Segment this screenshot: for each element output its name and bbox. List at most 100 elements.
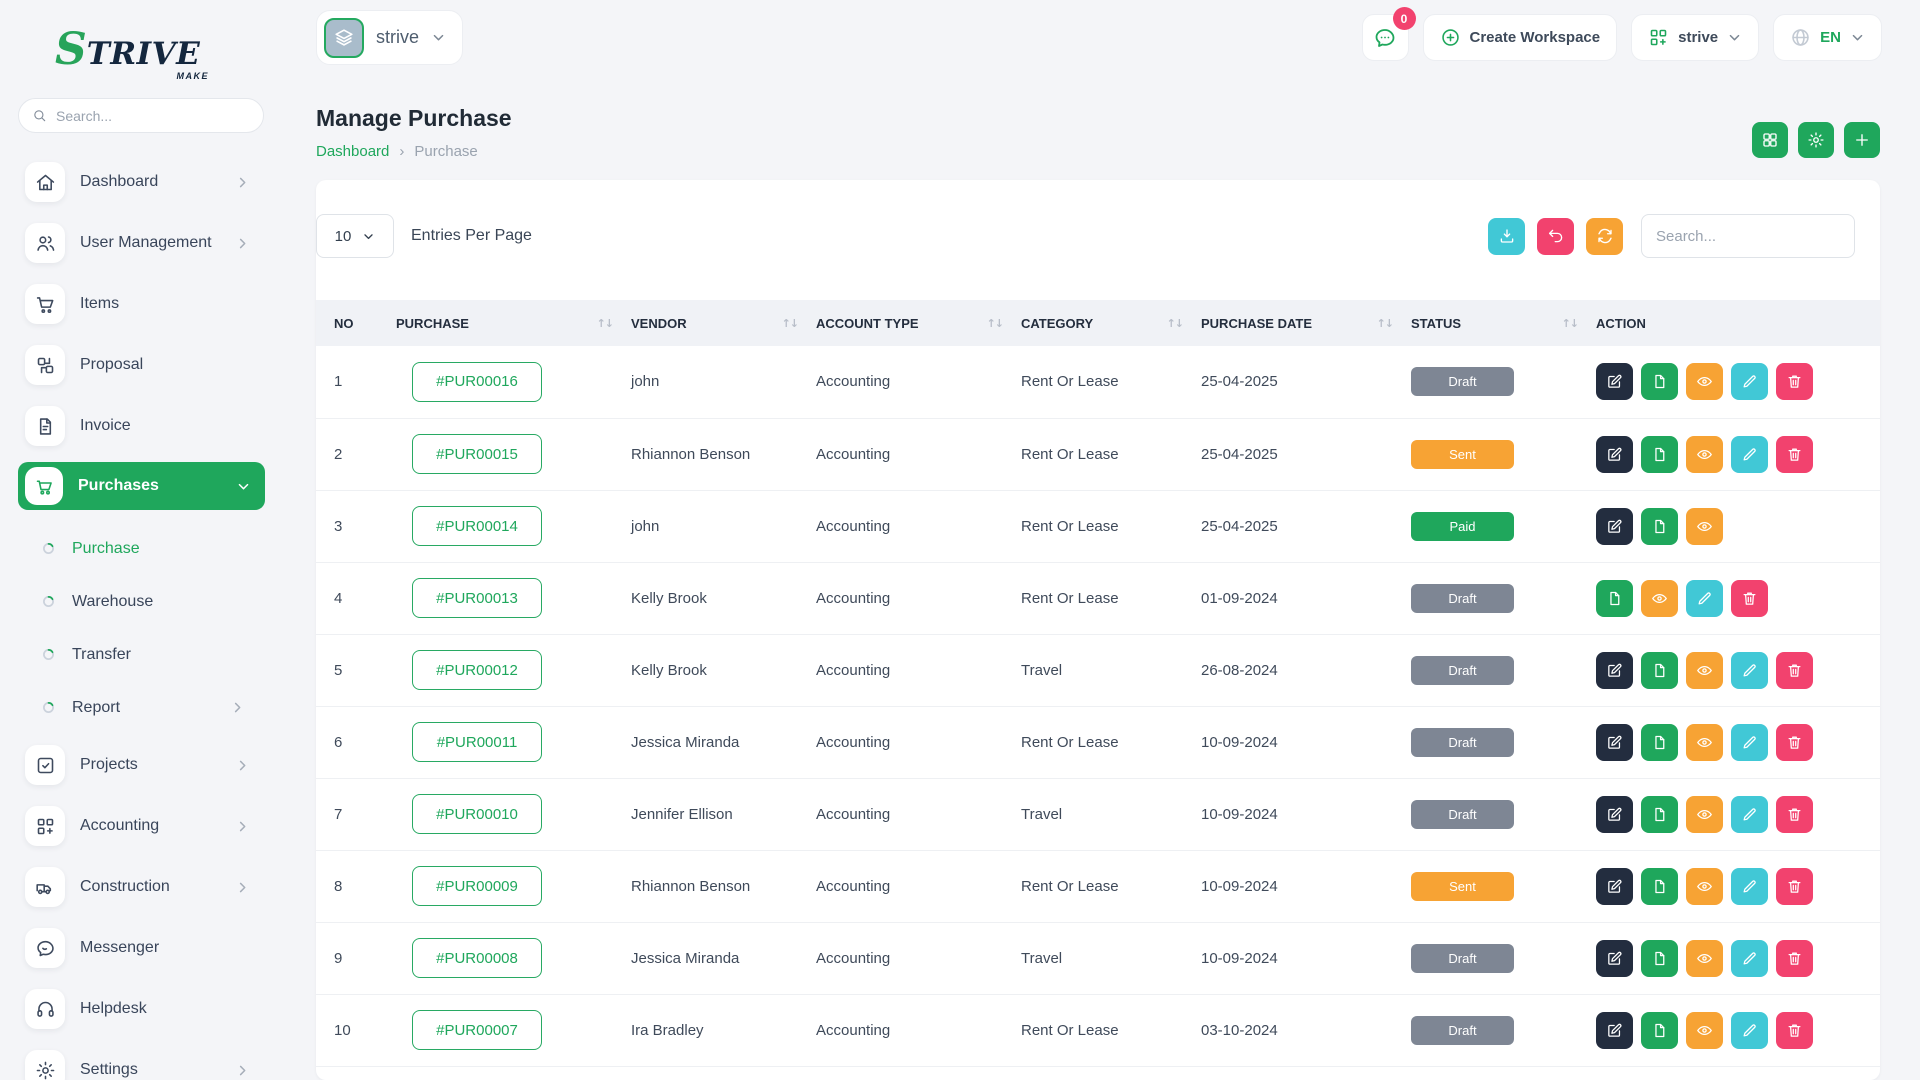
sidebar-item-purchases[interactable]: Purchases	[18, 462, 265, 510]
cell-no: 2	[316, 418, 396, 490]
sidebar-item-accounting[interactable]: Accounting	[25, 801, 250, 851]
document-action-button[interactable]	[1641, 436, 1678, 473]
column-header-vendor[interactable]: VENDOR↑↓	[631, 300, 816, 346]
eye-action-button[interactable]	[1686, 508, 1723, 545]
document-action-button[interactable]	[1641, 724, 1678, 761]
edit-action-button[interactable]	[1596, 436, 1633, 473]
sidebar-subitem-report[interactable]: Report	[0, 681, 280, 734]
eye-action-button[interactable]	[1686, 436, 1723, 473]
trash-action-button[interactable]	[1776, 436, 1813, 473]
add-purchase-button[interactable]	[1844, 122, 1880, 158]
purchase-number-badge[interactable]: #PUR00015	[412, 434, 542, 474]
pencil-action-button[interactable]	[1731, 868, 1768, 905]
trash-action-button[interactable]	[1776, 940, 1813, 977]
sidebar-subitem-transfer[interactable]: Transfer	[0, 628, 280, 681]
column-header-account-type[interactable]: ACCOUNT TYPE↑↓	[816, 300, 1021, 346]
purchase-number-badge[interactable]: #PUR00012	[412, 650, 542, 690]
sidebar-item-invoice[interactable]: Invoice	[25, 401, 250, 451]
purchase-number-badge[interactable]: #PUR00013	[412, 578, 542, 618]
document-action-button[interactable]	[1641, 363, 1678, 400]
purchase-number-badge[interactable]: #PUR00014	[412, 506, 542, 546]
edit-action-button[interactable]	[1596, 796, 1633, 833]
sidebar-item-dashboard[interactable]: Dashboard	[25, 157, 250, 207]
sidebar-item-user-management[interactable]: User Management	[25, 218, 250, 268]
pencil-action-button[interactable]	[1731, 436, 1768, 473]
eye-action-button[interactable]	[1641, 580, 1678, 617]
entries-per-page-select[interactable]: 10	[316, 214, 394, 258]
pencil-action-button[interactable]	[1731, 1012, 1768, 1049]
sidebar-item-helpdesk[interactable]: Helpdesk	[25, 984, 250, 1034]
table-search-input[interactable]	[1641, 214, 1855, 258]
eye-action-button[interactable]	[1686, 940, 1723, 977]
document-action-button[interactable]	[1641, 940, 1678, 977]
cell-category: Rent Or Lease	[1021, 490, 1201, 562]
view-grid-button[interactable]	[1752, 122, 1788, 158]
column-header-category[interactable]: CATEGORY↑↓	[1021, 300, 1201, 346]
pencil-action-button[interactable]	[1731, 363, 1768, 400]
edit-action-button[interactable]	[1596, 940, 1633, 977]
sidebar-item-settings[interactable]: Settings	[25, 1045, 250, 1080]
sidebar-item-messenger[interactable]: Messenger	[25, 923, 250, 973]
trash-action-button[interactable]	[1776, 796, 1813, 833]
sidebar-subitem-purchase[interactable]: Purchase	[0, 522, 280, 575]
chat-button[interactable]: 0	[1362, 14, 1409, 61]
eye-action-button[interactable]	[1686, 363, 1723, 400]
purchase-number-badge[interactable]: #PUR00009	[412, 866, 542, 906]
purchase-number-badge[interactable]: #PUR00010	[412, 794, 542, 834]
eye-action-button[interactable]	[1686, 796, 1723, 833]
edit-action-button[interactable]	[1596, 652, 1633, 689]
edit-action-button[interactable]	[1596, 363, 1633, 400]
document-action-button[interactable]	[1596, 580, 1633, 617]
edit-action-button[interactable]	[1596, 868, 1633, 905]
pencil-action-button[interactable]	[1731, 652, 1768, 689]
sidebar-item-proposal[interactable]: Proposal	[25, 340, 250, 390]
workspace-selector[interactable]: strive	[316, 10, 463, 65]
row-actions	[1596, 1012, 1880, 1049]
edit-action-button[interactable]	[1596, 508, 1633, 545]
document-action-button[interactable]	[1641, 652, 1678, 689]
trash-action-button[interactable]	[1776, 868, 1813, 905]
document-action-button[interactable]	[1641, 868, 1678, 905]
trash-action-button[interactable]	[1731, 580, 1768, 617]
create-workspace-button[interactable]: Create Workspace	[1423, 14, 1618, 61]
refresh-button[interactable]	[1586, 218, 1623, 255]
table-settings-button[interactable]	[1798, 122, 1834, 158]
undo-button[interactable]	[1537, 218, 1574, 255]
sidebar-subitem-warehouse[interactable]: Warehouse	[0, 575, 280, 628]
pencil-action-button[interactable]	[1731, 796, 1768, 833]
trash-action-button[interactable]	[1776, 363, 1813, 400]
edit-action-button[interactable]	[1596, 724, 1633, 761]
download-button[interactable]	[1488, 218, 1525, 255]
trash-action-button[interactable]	[1776, 1012, 1813, 1049]
proposal-icon	[25, 345, 65, 385]
trash-action-button[interactable]	[1776, 652, 1813, 689]
breadcrumb-dashboard-link[interactable]: Dashboard	[316, 143, 389, 160]
cell-purchase-date: 03-10-2024	[1201, 994, 1411, 1066]
pencil-action-button[interactable]	[1686, 580, 1723, 617]
purchase-number-badge[interactable]: #PUR00008	[412, 938, 542, 978]
column-header-status[interactable]: STATUS↑↓	[1411, 300, 1596, 346]
document-action-button[interactable]	[1641, 1012, 1678, 1049]
sidebar-search-input[interactable]	[56, 108, 250, 124]
trash-action-button[interactable]	[1776, 724, 1813, 761]
purchase-number-badge[interactable]: #PUR00007	[412, 1010, 542, 1050]
language-dropdown[interactable]: EN	[1773, 14, 1882, 61]
document-action-button[interactable]	[1641, 796, 1678, 833]
document-action-button[interactable]	[1641, 508, 1678, 545]
sidebar-item-projects[interactable]: Projects	[25, 740, 250, 790]
trash-icon	[1786, 373, 1803, 390]
purchase-number-badge[interactable]: #PUR00016	[412, 362, 542, 402]
eye-action-button[interactable]	[1686, 868, 1723, 905]
sidebar-item-items[interactable]: Items	[25, 279, 250, 329]
workspace-dropdown[interactable]: strive	[1631, 14, 1759, 61]
eye-action-button[interactable]	[1686, 652, 1723, 689]
edit-action-button[interactable]	[1596, 1012, 1633, 1049]
purchase-number-badge[interactable]: #PUR00011	[412, 722, 542, 762]
pencil-action-button[interactable]	[1731, 940, 1768, 977]
pencil-action-button[interactable]	[1731, 724, 1768, 761]
eye-action-button[interactable]	[1686, 724, 1723, 761]
sidebar-item-construction[interactable]: Construction	[25, 862, 250, 912]
column-header-purchase[interactable]: PURCHASE↑↓	[396, 300, 631, 346]
column-header-purchase-date[interactable]: PURCHASE DATE↑↓	[1201, 300, 1411, 346]
eye-action-button[interactable]	[1686, 1012, 1723, 1049]
